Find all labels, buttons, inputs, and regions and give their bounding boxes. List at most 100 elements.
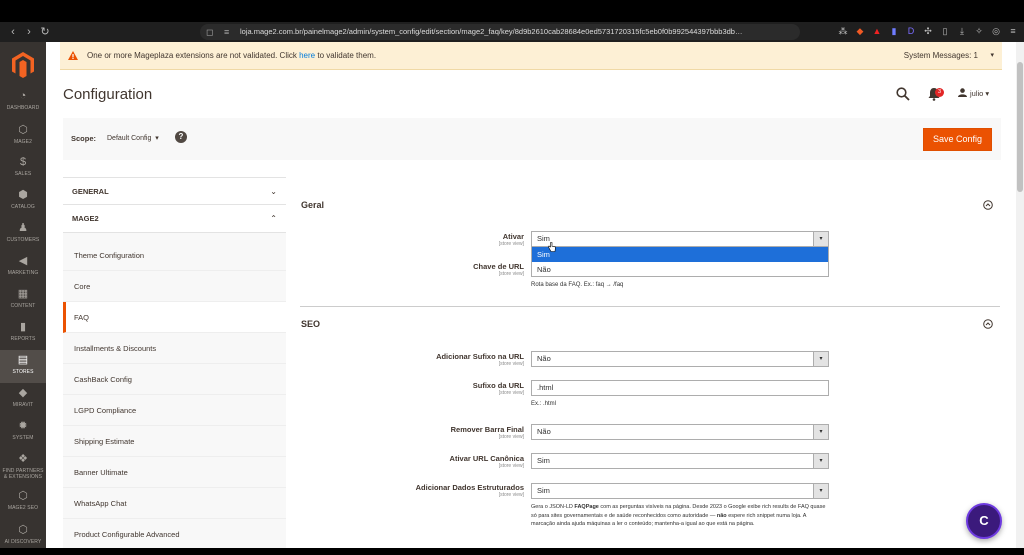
tab-group-mage2[interactable]: MAGE2 ⌃ — [63, 205, 286, 233]
bottom-bar — [0, 548, 1024, 555]
chevron-down-icon[interactable]: ▾ — [990, 42, 994, 70]
cube-icon: ⬡ — [18, 124, 28, 136]
tab-shipping-estimate[interactable]: Shipping Estimate — [63, 426, 286, 457]
scope-switcher[interactable]: Default Config ▾ — [107, 134, 159, 142]
sidebar-item-mage2[interactable]: ⬡ MAGE2 — [0, 120, 46, 153]
tab-core[interactable]: Core — [63, 271, 286, 302]
magento-logo[interactable] — [12, 52, 34, 78]
system-notice: One or more Mageplaza extensions are not… — [60, 42, 1002, 70]
canonica-label: Ativar URL Canônica — [449, 454, 524, 463]
user-menu[interactable]: julio ▾ — [958, 88, 989, 98]
chevron-up-icon: ⌃ — [270, 214, 277, 223]
sidebar-item-miravit[interactable]: ◆ MIRAVIT — [0, 383, 46, 416]
bar-chart-icon: ▮ — [19, 321, 27, 333]
scrollbar[interactable] — [1016, 42, 1024, 548]
sidebar-item-find-partners-extensions[interactable]: ❖ FIND PARTNERS & EXTENSIONS — [0, 449, 46, 482]
screen: ‹ › ↻ ◻ ≡ loja.mage2.com.br/painelmage2/… — [0, 0, 1024, 555]
notice-message: One or more Mageplaza extensions are not… — [87, 51, 377, 60]
option-sim[interactable]: Sim — [532, 247, 828, 262]
sidebar-item-label: REPORTS — [10, 336, 36, 342]
box-icon: ⬢ — [18, 189, 28, 201]
tab-product-configurable-advanced[interactable]: Product Configurable Advanced — [63, 519, 286, 548]
tab-theme-configuration[interactable]: Theme Configuration — [63, 240, 286, 271]
tab-faq[interactable]: FAQ — [63, 302, 286, 333]
sufixo-ativo-select[interactable]: Não ▾ — [531, 351, 829, 367]
chevron-down-icon: ▾ — [813, 352, 828, 366]
help-icon[interactable]: ? — [175, 131, 187, 143]
sidebar-item-system[interactable]: ✹ SYSTEM — [0, 416, 46, 449]
browser-toolbar: ‹ › ↻ ◻ ≡ loja.mage2.com.br/painelmage2/… — [0, 22, 1024, 42]
address-bar[interactable]: ◻ ≡ loja.mage2.com.br/painelmage2/admin/… — [200, 24, 800, 40]
vpn-icon[interactable]: ◎ — [991, 25, 1001, 37]
forward-icon[interactable]: › — [22, 25, 36, 39]
downloads-icon[interactable]: ⤓ — [957, 25, 967, 37]
scrollbar-thumb[interactable] — [1017, 62, 1023, 192]
translate-icon[interactable]: ⁂ — [838, 25, 848, 37]
sidebar-item-mage2-seo[interactable]: ⬡ MAGE2 SEO — [0, 486, 46, 519]
dados-scope: [store view] — [498, 492, 524, 498]
validate-link[interactable]: here — [299, 51, 315, 60]
sidebar-toggle-icon[interactable]: ▯ — [940, 25, 950, 37]
dados-select[interactable]: Sim ▾ — [531, 483, 829, 499]
extension-d-icon[interactable]: D — [906, 25, 916, 37]
collapse-icon[interactable] — [983, 319, 993, 329]
section-seo-title[interactable]: SEO — [301, 319, 320, 329]
main-content: One or more Mageplaza extensions are not… — [46, 42, 1016, 548]
site-info-icon[interactable]: ≡ — [224, 24, 229, 40]
extension-icon[interactable]: ▮ — [889, 25, 899, 37]
brave-shield-icon[interactable]: ◆ — [855, 25, 865, 37]
brave-rewards-icon[interactable]: ▲ — [872, 25, 882, 37]
sidebar-item-label: CUSTOMERS — [6, 237, 40, 243]
sidebar-item-reports[interactable]: ▮ REPORTS — [0, 317, 46, 350]
collapse-icon[interactable] — [983, 200, 993, 210]
config-tabs: GENERAL ⌄ MAGE2 ⌃ Theme Configuration Core F… — [63, 177, 286, 548]
search-icon[interactable] — [896, 87, 910, 101]
sidebar-item-content[interactable]: ▦ CONTENT — [0, 284, 46, 317]
sidebar-item-marketing[interactable]: ◀ MARKETING — [0, 251, 46, 284]
canonica-select[interactable]: Sim ▾ — [531, 453, 829, 469]
sidebar-item-label: MAGE2 — [13, 139, 32, 145]
tab-lgpd-compliance[interactable]: LGPD Compliance — [63, 395, 286, 426]
sidebar-item-catalog[interactable]: ⬢ CATALOG — [0, 185, 46, 218]
dados-label: Adicionar Dados Estruturados — [415, 483, 524, 492]
bookmark-icon[interactable]: ◻ — [206, 24, 213, 40]
chat-button[interactable]: C — [966, 503, 1002, 539]
sidebar-item-dashboard[interactable]: ◔ DASHBOARD — [0, 86, 46, 119]
puzzle-icon[interactable]: ✣ — [923, 25, 933, 37]
sidebar-item-label: DASHBOARD — [6, 105, 40, 111]
ativar-select[interactable]: Sim ▾ — [531, 231, 829, 247]
leo-icon[interactable]: ✧ — [974, 25, 984, 37]
tab-installments-discounts[interactable]: Installments & Discounts — [63, 333, 286, 364]
option-nao[interactable]: Não — [532, 262, 828, 277]
sidebar-item-label: FIND PARTNERS & EXTENSIONS — [2, 468, 44, 480]
sufixo-scope: [store view] — [498, 390, 524, 396]
save-config-button[interactable]: Save Config — [923, 128, 992, 151]
dashboard-icon: ◔ — [19, 90, 27, 102]
sidebar-item-customers[interactable]: ♟ CUSTOMERS — [0, 218, 46, 251]
tab-group-general[interactable]: GENERAL ⌄ — [63, 177, 286, 205]
tab-banner-ultimate[interactable]: Banner Ultimate — [63, 457, 286, 488]
warning-icon — [68, 51, 78, 60]
section-geral-title[interactable]: Geral — [301, 200, 324, 210]
user-icon — [958, 88, 967, 97]
tab-whatsapp-chat[interactable]: WhatsApp Chat — [63, 488, 286, 519]
page-title: Configuration — [63, 86, 153, 103]
system-messages[interactable]: System Messages: 1 — [904, 42, 978, 70]
ativar-dropdown[interactable]: Sim Não — [531, 246, 829, 277]
sidebar-item-label: SYSTEM — [12, 435, 34, 441]
menu-icon[interactable]: ≡ — [1008, 25, 1018, 37]
hand-cursor-icon — [548, 242, 556, 252]
megaphone-icon: ◀ — [18, 255, 28, 267]
content-icon: ▦ — [17, 288, 29, 300]
reload-icon[interactable]: ↻ — [38, 25, 52, 39]
sidebar-item-stores[interactable]: ▤ STORES — [0, 350, 46, 383]
back-icon[interactable]: ‹ — [6, 25, 20, 39]
tab-cashback-config[interactable]: CashBack Config — [63, 364, 286, 395]
sufixo-note: Ex.: .html — [531, 401, 557, 407]
barra-select[interactable]: Não ▾ — [531, 424, 829, 440]
sufixo-input[interactable]: .html — [531, 380, 829, 396]
sidebar-item-sales[interactable]: $ SALES — [0, 152, 46, 185]
chevron-down-icon: ▾ — [813, 425, 828, 439]
chevron-down-icon: ▾ — [813, 232, 828, 246]
sufixo-ativo-scope: [store view] — [498, 361, 524, 367]
